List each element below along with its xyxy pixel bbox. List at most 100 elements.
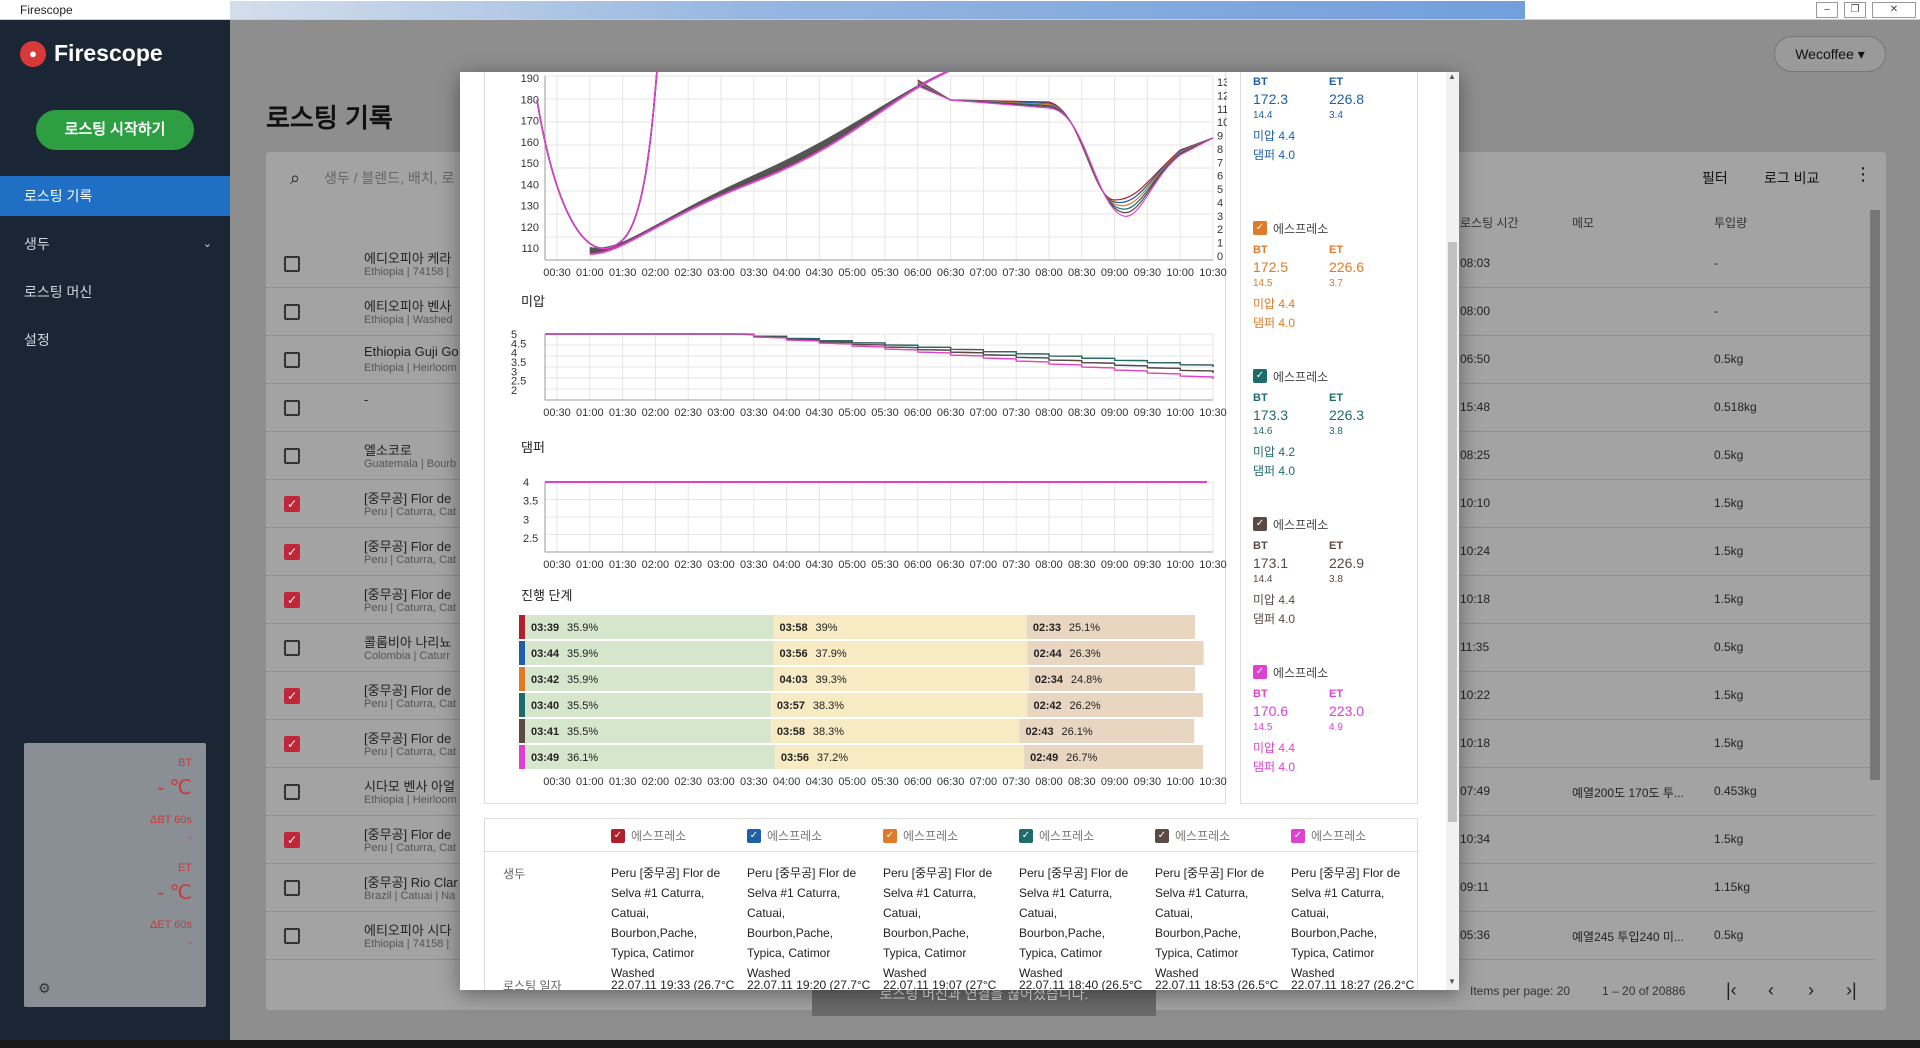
- items-per-page[interactable]: Items per page: 20: [1470, 984, 1570, 998]
- x-tick-label: 01:00: [576, 407, 604, 419]
- minimize-icon[interactable]: –: [1816, 2, 1838, 18]
- scroll-down-icon[interactable]: ▼: [1448, 977, 1456, 986]
- legend-item[interactable]: ✓ 에스프레소 BT 172.5 14.5 ET 226.6 3.7 미압 4.4 댐퍼 4.0: [1253, 218, 1413, 333]
- x-tick-label: 04:30: [806, 267, 834, 279]
- compare-column-header[interactable]: ✓ 에스프레소: [1291, 827, 1366, 844]
- column-amount[interactable]: 투입량: [1714, 214, 1747, 231]
- compare-column-header[interactable]: ✓ 에스프레소: [747, 827, 822, 844]
- filter-button[interactable]: 필터: [1702, 168, 1728, 188]
- x-tick-label: 03:30: [740, 559, 768, 571]
- restore-icon[interactable]: ❐: [1844, 2, 1866, 18]
- legend-item[interactable]: ✓ 에스프레소 BT 173.1 14.4 ET 226.9 3.8 미압 4.4 댐퍼 4.0: [1253, 514, 1413, 629]
- compare-checkbox[interactable]: ✓: [611, 828, 625, 843]
- legend-header[interactable]: ✓ 에스프레소: [1253, 662, 1413, 682]
- x-tick-label: 00:30: [543, 267, 571, 279]
- table-scrollbar[interactable]: [1870, 210, 1880, 780]
- row-checkbox[interactable]: [284, 880, 300, 896]
- gear-icon[interactable]: ⚙: [38, 980, 51, 997]
- development-percent: 24.8%: [1071, 674, 1102, 686]
- legend-bt: BT 173.3 14.6: [1253, 392, 1329, 437]
- legend-values: BT 170.6 14.5 ET 223.0 4.9: [1253, 688, 1413, 733]
- x-tick-label: 06:30: [937, 267, 965, 279]
- row-checkbox[interactable]: ✓: [284, 496, 300, 512]
- legend-checkbox[interactable]: ✓: [1253, 517, 1267, 531]
- row-checkbox[interactable]: [284, 448, 300, 464]
- more-menu-icon[interactable]: ⋮: [1854, 164, 1872, 185]
- legend-item[interactable]: ✓ 에스프레소 BT 173.3 14.6 ET 226.3 3.8 미압 4.2 댐퍼 4.0: [1253, 366, 1413, 481]
- last-page-icon[interactable]: ›|: [1846, 980, 1857, 1001]
- row-checkbox[interactable]: [284, 352, 300, 368]
- search-input[interactable]: 생두 / 블렌드, 배치, 로: [324, 168, 454, 188]
- legend-name: 에스프레소: [1273, 369, 1329, 384]
- column-memo[interactable]: 메모: [1572, 214, 1594, 231]
- column-roast-time[interactable]: 로스팅 시간: [1460, 214, 1519, 231]
- legend-et: ET 226.3 3.8: [1329, 392, 1405, 437]
- compare-column-name: 에스프레소: [1311, 829, 1367, 843]
- legend-checkbox[interactable]: ✓: [1253, 665, 1267, 679]
- compare-column-header[interactable]: ✓ 에스프레소: [883, 827, 958, 844]
- sidebar-item-0[interactable]: 로스팅 기록: [0, 176, 230, 216]
- compare-logs-button[interactable]: 로그 비교: [1764, 168, 1819, 188]
- scroll-up-icon[interactable]: ▲: [1448, 72, 1456, 81]
- bt-label: BT: [177, 757, 192, 769]
- compare-checkbox[interactable]: ✓: [1291, 828, 1305, 843]
- legend-bt-value: 170.6: [1253, 703, 1289, 719]
- compare-checkbox[interactable]: ✓: [1155, 828, 1169, 843]
- legend-header[interactable]: ✓ 에스프레소: [1253, 218, 1413, 238]
- first-page-icon[interactable]: |‹: [1726, 980, 1737, 1001]
- start-roasting-button[interactable]: 로스팅 시작하기: [36, 110, 194, 150]
- compare-column-header[interactable]: ✓ 에스프레소: [1155, 827, 1230, 844]
- sidebar-item-3[interactable]: 설정: [0, 320, 230, 360]
- scroll-thumb[interactable]: [1448, 242, 1457, 822]
- user-menu-button[interactable]: Wecoffee ▾: [1774, 36, 1886, 72]
- row-checkbox[interactable]: ✓: [284, 688, 300, 704]
- legend-bt-value: 173.3: [1253, 407, 1289, 423]
- browser-tab-strip: [230, 1, 1525, 19]
- row-checkbox[interactable]: ✓: [284, 592, 300, 608]
- brand-logo[interactable]: ● Firescope: [20, 40, 163, 67]
- row-checkbox[interactable]: ✓: [284, 832, 300, 848]
- sidebar-item-2[interactable]: 로스팅 머신: [0, 272, 230, 312]
- legend-header[interactable]: ✓ 에스프레소: [1253, 514, 1413, 534]
- row-checkbox[interactable]: [284, 304, 300, 320]
- legend-et-value: 226.6: [1329, 259, 1365, 275]
- row-checkbox[interactable]: ✓: [284, 544, 300, 560]
- drying-phase-bar: [525, 745, 775, 769]
- compare-checkbox[interactable]: ✓: [747, 828, 761, 843]
- row-name: [중무공] Rio Clar: [364, 875, 458, 890]
- next-page-icon[interactable]: ›: [1808, 980, 1814, 1001]
- sidebar-item-1[interactable]: 생두 ⌄: [0, 224, 230, 264]
- x-tick-label: 02:30: [674, 776, 702, 788]
- legend-checkbox[interactable]: ✓: [1253, 221, 1267, 235]
- row-checkbox[interactable]: [284, 928, 300, 944]
- modal-scrollbar[interactable]: ▲ ▼: [1446, 72, 1459, 990]
- legend-et-label: ET: [1329, 540, 1344, 552]
- row-checkbox[interactable]: [284, 784, 300, 800]
- legend-values: BT 173.3 14.6 ET 226.3 3.8: [1253, 392, 1413, 437]
- temp-axis-tick: 170: [521, 116, 539, 128]
- compare-column-header[interactable]: ✓ 에스프레소: [611, 827, 686, 844]
- compare-column-header[interactable]: ✓ 에스프레소: [1019, 827, 1094, 844]
- legend-bt-value: 172.3: [1253, 91, 1289, 107]
- search-icon[interactable]: ⌕: [290, 168, 300, 189]
- row-checkbox[interactable]: [284, 256, 300, 272]
- drying-percent: 35.5%: [567, 700, 598, 712]
- row-checkbox[interactable]: ✓: [284, 736, 300, 752]
- row-checkbox[interactable]: [284, 640, 300, 656]
- close-icon[interactable]: ✕: [1872, 2, 1916, 18]
- ror-axis-tick: 9: [1217, 131, 1223, 143]
- legend-name: 에스프레소: [1273, 665, 1329, 680]
- legend-item[interactable]: BT 172.3 14.4 ET 226.8 3.4 미압 4.4 댐퍼 4.0: [1253, 72, 1413, 165]
- x-tick-label: 01:30: [609, 267, 637, 279]
- x-tick-label: 09:30: [1134, 267, 1162, 279]
- legend-item[interactable]: ✓ 에스프레소 BT 170.6 14.5 ET 223.0 4.9 미압 4.4 댐퍼 4.0: [1253, 662, 1413, 777]
- legend-header[interactable]: ✓ 에스프레소: [1253, 366, 1413, 386]
- prev-page-icon[interactable]: ‹: [1768, 980, 1774, 1001]
- compare-checkbox[interactable]: ✓: [1019, 828, 1033, 843]
- x-tick-label: 06:00: [904, 559, 932, 571]
- legend-checkbox[interactable]: ✓: [1253, 369, 1267, 383]
- compare-modal: 00:30 01:00 01:30 02:00 02:30 03:00 03:30 04:00…: [460, 72, 1459, 990]
- compare-checkbox[interactable]: ✓: [883, 828, 897, 843]
- row-checkbox[interactable]: [284, 400, 300, 416]
- ror-curve: [917, 84, 1214, 214]
